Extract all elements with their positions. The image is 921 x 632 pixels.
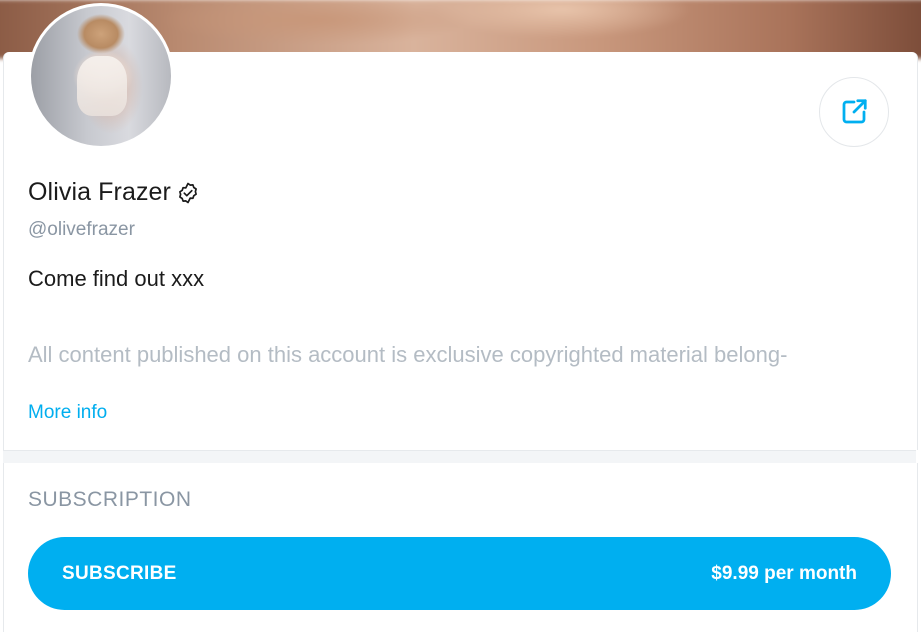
share-button[interactable] — [819, 77, 889, 147]
avatar-image — [31, 6, 171, 146]
subscribe-label: SUBSCRIBE — [62, 562, 177, 584]
profile-name-row: Olivia Frazer — [28, 178, 200, 207]
subscription-heading: SUBSCRIPTION — [28, 488, 192, 511]
profile-handle: @olivefrazer — [28, 219, 135, 240]
profile-bio: Come find out xxx — [28, 266, 205, 291]
profile-name: Olivia Frazer — [28, 178, 171, 206]
profile-about: All content published on this account is… — [28, 340, 888, 390]
more-info-link[interactable]: More info — [28, 402, 107, 424]
about-fade — [28, 370, 888, 390]
verified-badge-icon — [179, 182, 197, 203]
section-divider — [3, 450, 916, 464]
subscribe-price: $9.99 per month — [711, 562, 857, 584]
share-icon — [842, 99, 867, 124]
profile-about-text: All content published on this account is… — [28, 342, 788, 367]
subscribe-button[interactable]: SUBSCRIBE $9.99 per month — [28, 537, 891, 610]
avatar[interactable] — [28, 3, 174, 149]
